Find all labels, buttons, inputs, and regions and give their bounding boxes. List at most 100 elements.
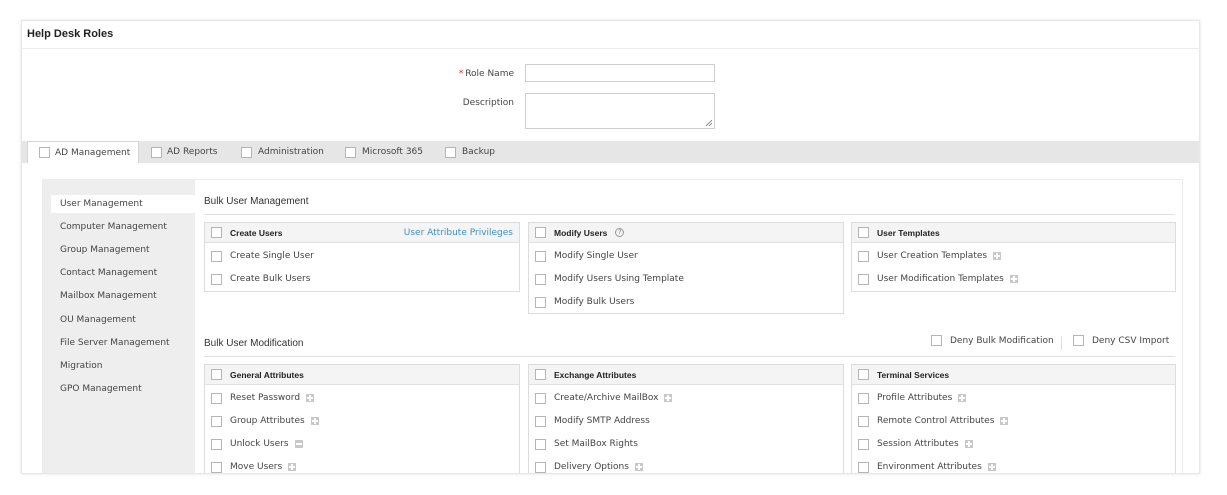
tab-backup[interactable]: Backup (445, 141, 505, 163)
tab-ad-reports[interactable]: AD Reports (151, 141, 229, 163)
delivery-options-label: Delivery Options (554, 462, 629, 472)
sidebar-item-ou-management[interactable]: OU Management (51, 311, 191, 329)
reset-password-checkbox[interactable] (211, 392, 222, 404)
exchange-attributes-checkbox[interactable] (535, 369, 546, 380)
session-attributes-checkbox[interactable] (858, 438, 869, 450)
tab-backup-checkbox[interactable] (445, 146, 456, 158)
list-item[interactable]: Delivery Options (535, 460, 837, 473)
expand-plus-icon[interactable] (1000, 417, 1009, 425)
general-attributes-checkbox[interactable] (211, 369, 222, 380)
sidebar: User Management Computer Management Grou… (43, 180, 195, 473)
expand-plus-icon[interactable] (634, 463, 643, 471)
modify-users-checkbox[interactable] (535, 227, 546, 238)
collapse-minus-icon[interactable] (294, 440, 303, 448)
list-item[interactable]: Set MailBox Rights (535, 437, 837, 451)
list-item[interactable]: Modify SMTP Address (535, 414, 837, 428)
sidebar-item-computer-management[interactable]: Computer Management (51, 218, 191, 236)
user-modification-templates-label: User Modification Templates (877, 274, 1004, 284)
user-attribute-privileges-link[interactable]: User Attribute Privileges (404, 228, 513, 238)
environment-attributes-checkbox[interactable] (858, 461, 869, 473)
bulk-user-modification-title: Bulk User Modification (204, 338, 304, 349)
list-item[interactable]: Group Attributes (211, 414, 513, 428)
tab-ad-reports-checkbox[interactable] (151, 146, 162, 158)
create-users-checkbox[interactable] (211, 227, 222, 238)
role-name-input[interactable] (525, 64, 715, 82)
user-modification-templates-checkbox[interactable] (858, 273, 869, 285)
expand-plus-icon[interactable] (1009, 275, 1018, 283)
exchange-attributes-box: Exchange Attributes Create/Archive MailB… (528, 364, 844, 473)
expand-plus-icon[interactable] (958, 394, 967, 402)
user-templates-box: User Templates User Creation Templates U… (851, 222, 1176, 292)
sidebar-item-group-management[interactable]: Group Management (51, 241, 191, 259)
unlock-users-checkbox[interactable] (211, 438, 222, 450)
create-bulk-users-checkbox[interactable] (211, 273, 222, 285)
profile-attributes-checkbox[interactable] (858, 392, 869, 404)
tab-administration[interactable]: Administration (241, 141, 331, 163)
tab-ad-management[interactable]: AD Management (27, 141, 139, 163)
section-divider (204, 356, 1175, 357)
sidebar-item-migration[interactable]: Migration (51, 357, 191, 375)
list-item[interactable]: Create/Archive MailBox (535, 391, 837, 405)
list-item[interactable]: Unlock Users (211, 437, 513, 451)
modify-users-using-template-label: Modify Users Using Template (554, 274, 684, 284)
list-item[interactable]: Modify Users Using Template (535, 272, 837, 286)
tab-microsoft-365[interactable]: Microsoft 365 (345, 141, 433, 163)
deny-csv-import-checkbox[interactable] (1073, 335, 1084, 346)
list-item[interactable]: Reset Password (211, 391, 513, 405)
set-mailbox-rights-checkbox[interactable] (535, 438, 546, 450)
expand-plus-icon[interactable] (664, 394, 673, 402)
user-creation-templates-checkbox[interactable] (858, 250, 869, 262)
list-item[interactable]: Remote Control Attributes (858, 414, 1169, 428)
resize-handle-icon[interactable] (706, 120, 712, 126)
expand-plus-icon[interactable] (306, 394, 315, 402)
expand-plus-icon[interactable] (987, 463, 996, 471)
modify-users-header: Modify Users ? (529, 223, 843, 243)
sidebar-item-contact-management[interactable]: Contact Management (51, 264, 191, 282)
expand-plus-icon[interactable] (964, 440, 973, 448)
expand-plus-icon[interactable] (993, 252, 1002, 260)
deny-csv-import[interactable]: Deny CSV Import (1073, 335, 1169, 346)
user-creation-templates-label: User Creation Templates (877, 251, 988, 261)
description-textarea[interactable] (525, 93, 715, 129)
modify-smtp-address-checkbox[interactable] (535, 415, 546, 427)
modify-bulk-users-checkbox[interactable] (535, 296, 546, 308)
session-attributes-label: Session Attributes (877, 439, 959, 449)
reset-password-label: Reset Password (230, 393, 301, 403)
deny-bulk-modification-checkbox[interactable] (931, 335, 942, 346)
terminal-services-label: Terminal Services (877, 369, 950, 380)
remote-control-attributes-checkbox[interactable] (858, 415, 869, 427)
list-item[interactable]: User Creation Templates (858, 249, 1169, 263)
profile-attributes-label: Profile Attributes (877, 393, 953, 403)
sidebar-item-mailbox-management[interactable]: Mailbox Management (51, 287, 191, 305)
sidebar-item-gpo-management[interactable]: GPO Management (51, 380, 191, 398)
sidebar-item-file-server-management[interactable]: File Server Management (51, 334, 191, 352)
tab-microsoft-365-checkbox[interactable] (345, 146, 356, 158)
create-archive-mailbox-checkbox[interactable] (535, 392, 546, 404)
terminal-services-checkbox[interactable] (858, 369, 869, 380)
expand-plus-icon[interactable] (288, 463, 297, 471)
list-item[interactable]: Environment Attributes (858, 460, 1169, 473)
tab-administration-checkbox[interactable] (241, 146, 252, 158)
list-item[interactable]: Profile Attributes (858, 391, 1169, 405)
list-item[interactable]: Create Bulk Users (211, 272, 513, 286)
help-icon[interactable]: ? (615, 228, 625, 237)
group-attributes-checkbox[interactable] (211, 415, 222, 427)
list-item[interactable]: Session Attributes (858, 437, 1169, 451)
sidebar-item-user-management[interactable]: User Management (51, 195, 195, 213)
list-item[interactable]: Create Single User (211, 249, 513, 263)
list-item[interactable]: Move Users (211, 460, 513, 473)
bulk-user-management-title: Bulk User Management (204, 196, 309, 207)
expand-plus-icon[interactable] (310, 417, 319, 425)
tab-ad-management-checkbox[interactable] (39, 147, 50, 158)
list-item[interactable]: Modify Single User (535, 249, 837, 263)
list-item[interactable]: User Modification Templates (858, 272, 1169, 286)
modify-bulk-users-label: Modify Bulk Users (554, 297, 635, 307)
user-templates-checkbox[interactable] (858, 227, 869, 238)
create-single-user-checkbox[interactable] (211, 250, 222, 262)
move-users-checkbox[interactable] (211, 461, 222, 473)
list-item[interactable]: Modify Bulk Users (535, 295, 837, 309)
delivery-options-checkbox[interactable] (535, 461, 546, 473)
deny-bulk-modification[interactable]: Deny Bulk Modification (931, 335, 1054, 346)
modify-users-using-template-checkbox[interactable] (535, 273, 546, 285)
modify-single-user-checkbox[interactable] (535, 250, 546, 262)
